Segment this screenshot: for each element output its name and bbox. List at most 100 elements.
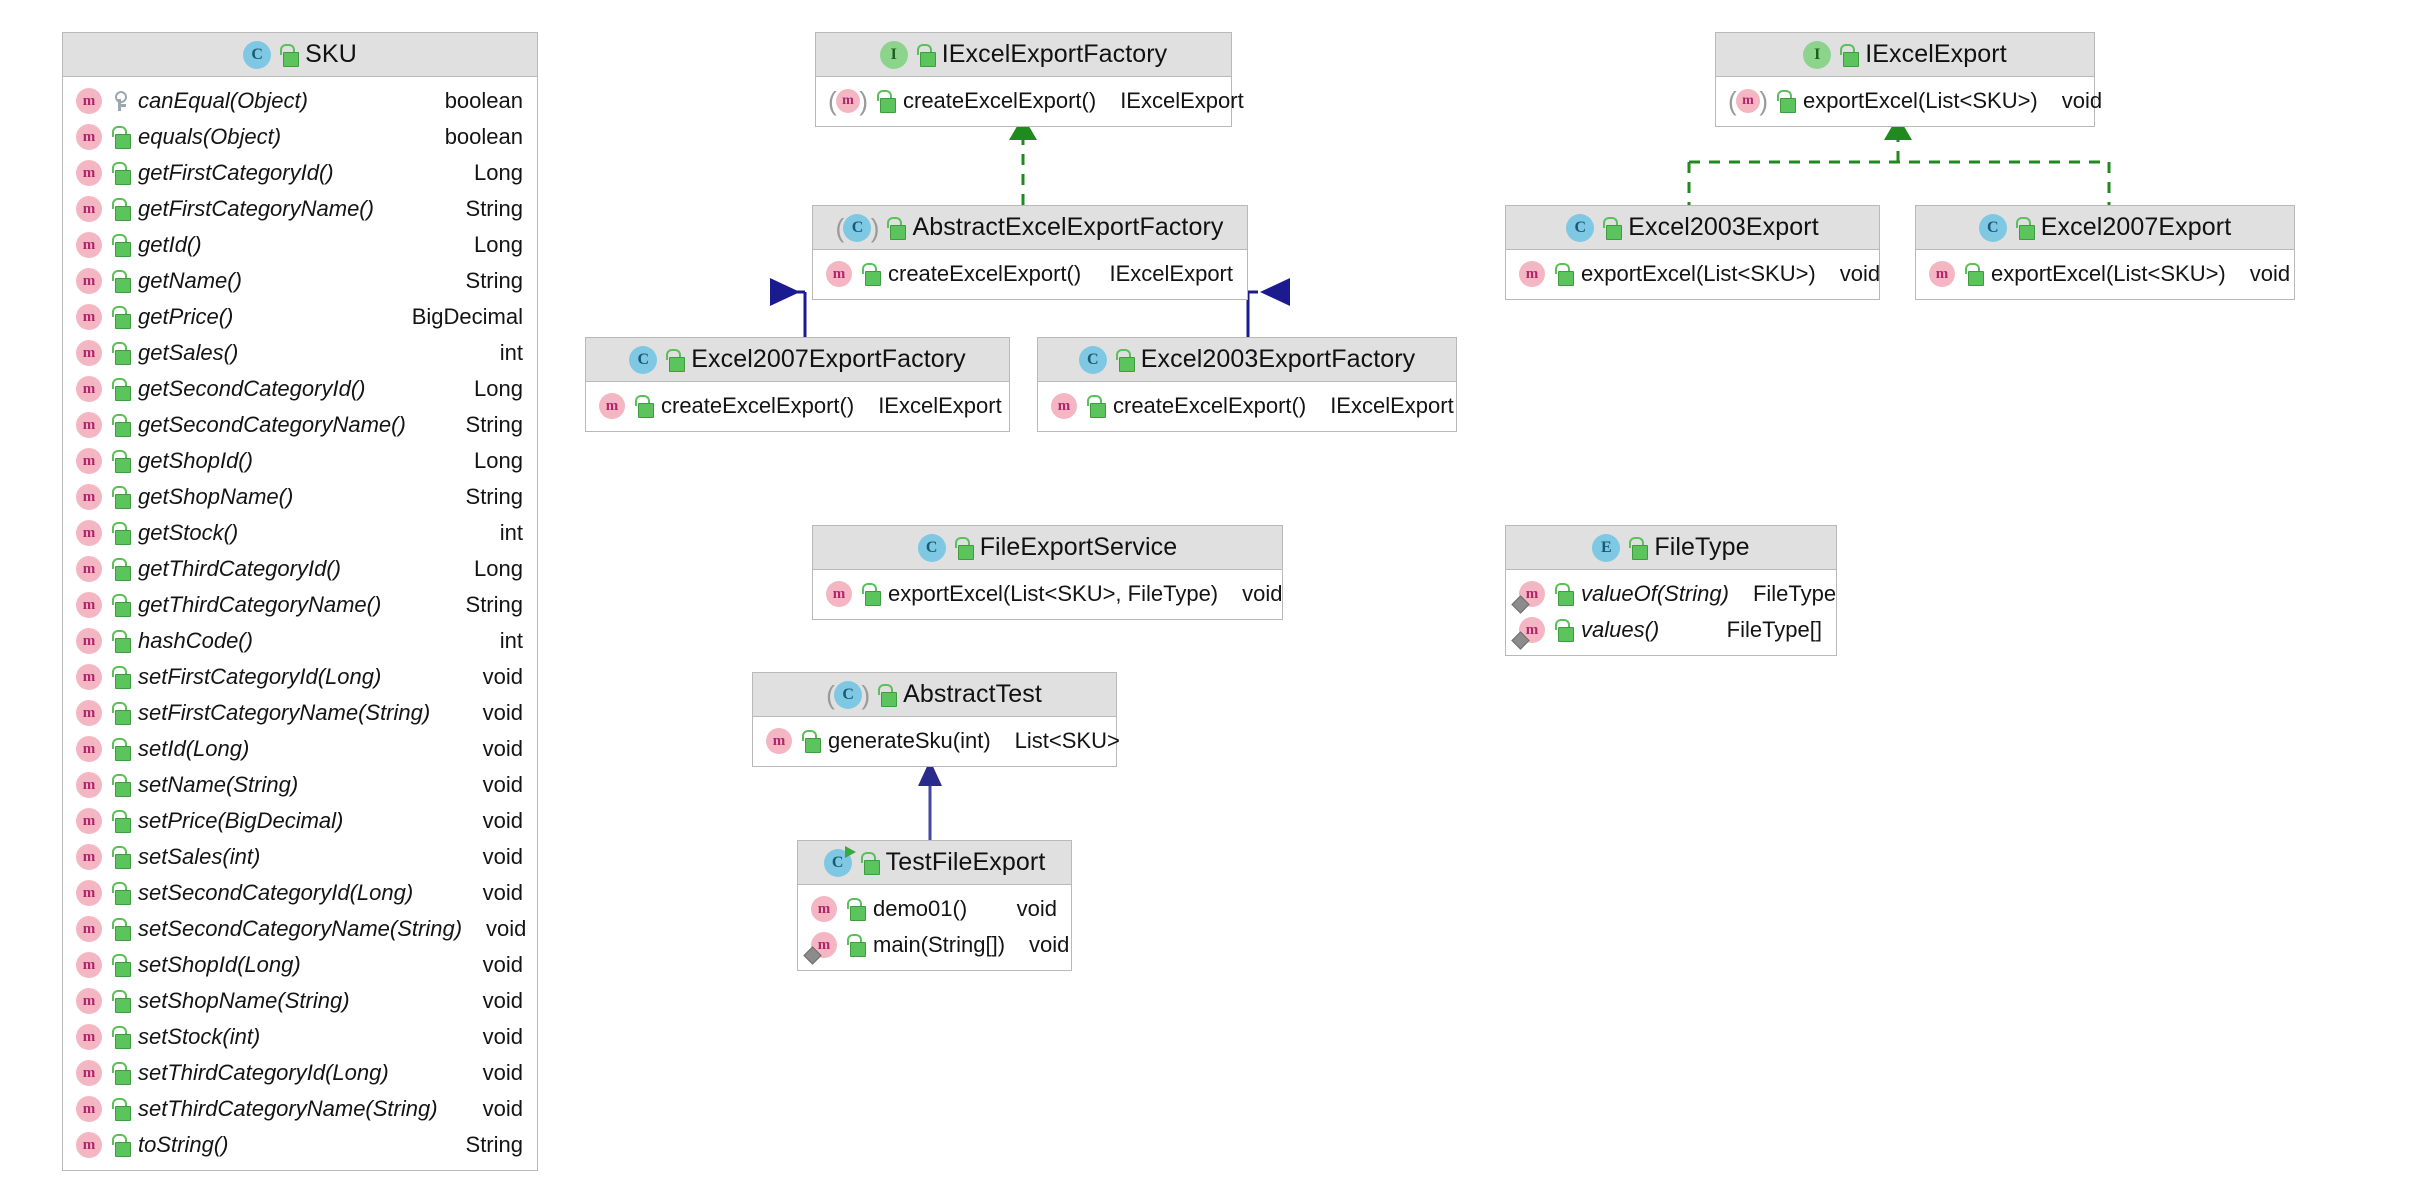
member-row[interactable]: m setShopId(Long) void <box>63 947 537 983</box>
member-name: getSecondCategoryId() <box>138 376 366 401</box>
uml-diagram-canvas: C SKU m canEqual(Object) boolean m equals(O… <box>0 0 2412 1202</box>
member-name: setId(Long) <box>138 736 250 761</box>
member-type: BigDecimal <box>411 304 523 329</box>
member-row[interactable]: m getStock() int <box>63 515 537 551</box>
node-title: FileType <box>1654 533 1750 561</box>
node-header: C AbstractExcelExportFactory <box>813 206 1247 250</box>
member-row[interactable]: m demo01() void <box>798 891 1071 927</box>
member-name: getShopId() <box>138 448 253 473</box>
member-row[interactable]: m exportExcel(List<SKU>) void <box>1506 256 1880 292</box>
member-name: exportExcel(List<SKU>) <box>1581 261 1816 286</box>
class-node-excel2003export[interactable]: C Excel2003Export m exportExcel(List<SKU… <box>1505 205 1880 300</box>
member-name: exportExcel(List<SKU>) <box>1991 261 2226 286</box>
member-name: setSecondCategoryName(String) <box>138 916 463 941</box>
class-node-fileexportservice[interactable]: C FileExportService m exportExcel(List<S… <box>812 525 1283 620</box>
member-row[interactable]: m getSecondCategoryName() String <box>63 407 537 443</box>
method-icon: m <box>76 628 102 654</box>
member-row[interactable]: m values() FileType[] <box>1506 612 1836 648</box>
member-type: boolean <box>444 124 523 149</box>
unlocked-icon <box>110 414 131 437</box>
member-row[interactable]: m createExcelExport() IExcelExport <box>813 256 1247 292</box>
class-node-excel2007exportfactory[interactable]: C Excel2007ExportFactory m createExcelEx… <box>585 337 1010 432</box>
member-row[interactable]: m getThirdCategoryId() Long <box>63 551 537 587</box>
method-icon: m <box>76 556 102 582</box>
node-title: AbstractExcelExportFactory <box>912 213 1224 241</box>
member-row[interactable]: m setFirstCategoryId(Long) void <box>63 659 537 695</box>
method-icon: m <box>76 268 102 294</box>
member-row[interactable]: m createExcelExport() IExcelExport <box>586 388 1009 424</box>
member-type: void <box>482 664 523 689</box>
class-node-filetype[interactable]: E FileType m valueOf(String) FileType m … <box>1505 525 1837 656</box>
member-row[interactable]: m main(String[]) void <box>798 927 1071 963</box>
node-header: C Excel2003ExportFactory <box>1038 338 1456 382</box>
member-row[interactable]: m getId() Long <box>63 227 537 263</box>
class-node-excel2003exportfactory[interactable]: C Excel2003ExportFactory m createExcelEx… <box>1037 337 1457 432</box>
member-name: setThirdCategoryId(Long) <box>138 1060 389 1085</box>
member-row[interactable]: m setThirdCategoryId(Long) void <box>63 1055 537 1091</box>
member-row[interactable]: m getShopName() String <box>63 479 537 515</box>
class-node-iexcelexport[interactable]: I IExcelExport m exportExcel(List<SKU>) … <box>1715 32 2102 127</box>
class-node-iexcelexportfactory[interactable]: I IExcelExportFactory m createExcelExpor… <box>815 32 1244 127</box>
member-row[interactable]: m hashCode() int <box>63 623 537 659</box>
unlocked-icon <box>915 43 936 67</box>
member-row[interactable]: m equals(Object) boolean <box>63 119 537 155</box>
member-row[interactable]: m getThirdCategoryName() String <box>63 587 537 623</box>
unlocked-icon <box>110 270 131 293</box>
member-name: values() <box>1581 617 1660 642</box>
member-row[interactable]: m setPrice(BigDecimal) void <box>63 803 537 839</box>
member-row[interactable]: m getSecondCategoryId() Long <box>63 371 537 407</box>
member-row[interactable]: m exportExcel(List<SKU>) void <box>1916 256 2294 292</box>
interface-icon: I <box>879 40 908 69</box>
member-row[interactable]: m toString() String <box>63 1127 537 1163</box>
member-row[interactable]: m generateSku(int) List<SKU> <box>753 723 1120 759</box>
node-title: IExcelExportFactory <box>941 40 1168 68</box>
member-row[interactable]: m createExcelExport() IExcelExport <box>816 83 1244 119</box>
member-list: m exportExcel(List<SKU>, FileType) void <box>813 570 1283 619</box>
class-node-abstractexcelexportfactory[interactable]: C AbstractExcelExportFactory m createExc… <box>812 205 1248 300</box>
member-row[interactable]: m createExcelExport() IExcelExport <box>1038 388 1456 424</box>
member-row[interactable]: m setName(String) void <box>63 767 537 803</box>
member-list: m createExcelExport() IExcelExport <box>1038 382 1456 431</box>
member-row[interactable]: m setShopName(String) void <box>63 983 537 1019</box>
member-type: String <box>465 1132 523 1157</box>
member-row[interactable]: m getShopId() Long <box>63 443 537 479</box>
member-name: setFirstCategoryName(String) <box>138 700 431 725</box>
class-node-abstracttest[interactable]: C AbstractTest m generateSku(int) List<S… <box>752 672 1120 767</box>
member-row[interactable]: m canEqual(Object) boolean <box>63 83 537 119</box>
member-name: setShopName(String) <box>138 988 350 1013</box>
member-row[interactable]: m getFirstCategoryName() String <box>63 191 537 227</box>
member-row[interactable]: m getSales() int <box>63 335 537 371</box>
unlocked-icon <box>110 126 131 149</box>
unlocked-icon <box>110 378 131 401</box>
unlocked-icon <box>110 630 131 653</box>
member-row[interactable]: m setStock(int) void <box>63 1019 537 1055</box>
method-icon: m <box>76 808 102 834</box>
member-row[interactable]: m exportExcel(List<SKU>) void <box>1716 83 2102 119</box>
method-icon: m <box>76 160 102 186</box>
method-icon: m <box>76 1024 102 1050</box>
member-row[interactable]: m setThirdCategoryName(String) void <box>63 1091 537 1127</box>
member-name: hashCode() <box>138 628 253 653</box>
unlocked-icon <box>110 486 131 509</box>
member-row[interactable]: m setSecondCategoryName(String) void <box>63 911 537 947</box>
member-type: void <box>482 1024 523 1049</box>
unlocked-icon <box>876 683 898 707</box>
member-row[interactable]: m setSecondCategoryId(Long) void <box>63 875 537 911</box>
class-icon: C <box>243 40 272 69</box>
member-row[interactable]: m setSales(int) void <box>63 839 537 875</box>
node-header: C Excel2007Export <box>1916 206 2294 250</box>
class-node-excel2007export[interactable]: C Excel2007Export m exportExcel(List<SKU… <box>1915 205 2295 300</box>
class-node-testfileexport[interactable]: C TestFileExport m demo01() void m main(… <box>797 840 1072 971</box>
member-row[interactable]: m setFirstCategoryName(String) void <box>63 695 537 731</box>
member-row[interactable]: m exportExcel(List<SKU>, FileType) void <box>813 576 1283 612</box>
member-row[interactable]: m valueOf(String) FileType <box>1506 576 1836 612</box>
member-row[interactable]: m setId(Long) void <box>63 731 537 767</box>
member-name: toString() <box>138 1132 229 1157</box>
member-type: void <box>482 1096 523 1121</box>
member-row[interactable]: m getPrice() BigDecimal <box>63 299 537 335</box>
member-row[interactable]: m getFirstCategoryId() Long <box>63 155 537 191</box>
class-node-sku[interactable]: C SKU m canEqual(Object) boolean m equals(O… <box>62 32 538 1171</box>
unlocked-icon <box>875 90 896 113</box>
member-row[interactable]: m getName() String <box>63 263 537 299</box>
member-name: createExcelExport() <box>888 261 1082 286</box>
